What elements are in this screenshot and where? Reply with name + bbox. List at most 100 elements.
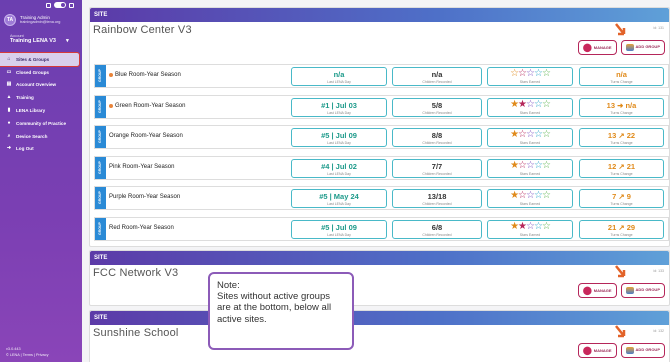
sidebar-item-label: Device Search (16, 133, 48, 139)
last-lena-day-cell[interactable]: #5 | May 24 Last LENA Day (291, 189, 387, 209)
children-recorded-value: 13/18 (427, 192, 447, 202)
children-recorded-cell[interactable]: 6/8 Children Recorded (392, 220, 482, 239)
last-lena-day-value: #5 | May 24 (319, 192, 359, 202)
star-rating-icon: ★★☆☆☆ (510, 98, 551, 110)
last-lena-day-cell[interactable]: n/a Last LENA Day (291, 67, 387, 86)
group-name[interactable]: Blue Room-Year Season (109, 72, 181, 78)
sidebar-item-lena-library[interactable]: ▮ LENA Library (0, 104, 82, 117)
account-value: Training LENA V3 (10, 38, 56, 44)
children-recorded-cell[interactable]: n/a Children Recorded (392, 67, 482, 86)
children-recorded-label: Children Recorded (422, 171, 452, 176)
turns-change-label: Turns Change (610, 202, 633, 207)
notification-icon[interactable] (46, 2, 51, 8)
group-name[interactable]: Orange Room-Year Season (109, 133, 183, 139)
last-lena-day-cell[interactable]: #5 | Jul 09 Last LENA Day (291, 220, 387, 239)
stars-earned-cell[interactable]: ★☆☆☆☆ Stars Earned (487, 128, 573, 148)
site-card: SITE FCC Network V3 id: 133 ⬤ MANAGE ADD … (89, 250, 670, 306)
map-pin-icon: ⬤ (582, 43, 592, 52)
group-name[interactable]: Pink Room-Year Season (109, 164, 174, 170)
site-header: SITE (90, 8, 669, 22)
stars-earned-label: Stars Earned (519, 202, 541, 207)
last-lena-day-label: Last LENA Day (327, 80, 351, 84)
group-tab: GROUP (95, 187, 106, 210)
star-rating-icon: ★★☆☆☆ (510, 221, 551, 232)
site-name: Rainbow Center V3 (93, 24, 192, 36)
footer-links[interactable]: © LENA | Terms | Privacy (6, 352, 48, 358)
children-recorded-cell[interactable]: 8/8 Children Recorded (392, 128, 482, 148)
settings-icon[interactable] (69, 2, 74, 8)
last-lena-day-label: Last LENA Day (327, 141, 351, 146)
turns-change-cell[interactable]: 12 ↗ 21 Turns Change (579, 158, 664, 178)
children-recorded-cell[interactable]: 13/18 Children Recorded (392, 189, 482, 209)
group-tab: GROUP (95, 65, 106, 87)
site-id: id: 133 (653, 269, 664, 273)
group-tab: GROUP (95, 126, 106, 149)
group-name[interactable]: Green Room-Year Season (109, 103, 186, 109)
last-lena-day-value: #4 | Jul 02 (321, 161, 357, 171)
stars-earned-cell[interactable]: ☆☆☆☆☆ Stars Earned (487, 67, 573, 86)
sidebar-item-device-search[interactable]: ⌕ Device Search (0, 130, 82, 143)
add-group-button[interactable]: ADD GROUP (620, 283, 665, 298)
children-recorded-cell[interactable]: 5/8 Children Recorded (392, 97, 482, 117)
group-row[interactable]: GROUP Purple Room-Year Season #5 | May 24 L… (94, 186, 669, 211)
manage-button[interactable]: ⬤ MANAGE (577, 40, 617, 55)
manage-label: MANAGE (593, 348, 612, 353)
stars-earned-label: Stars Earned (519, 171, 541, 176)
group-name[interactable]: Red Room-Year Season (109, 225, 174, 231)
stars-earned-label: Stars Earned (519, 110, 541, 115)
turns-change-label: Turns Change (610, 233, 633, 237)
note-callout: Note: Sites without active groups are at… (208, 272, 354, 350)
children-recorded-value: 7/7 (431, 161, 443, 171)
turns-change-value: 21 ↗ 29 (607, 223, 636, 232)
stars-earned-cell[interactable]: ★★☆☆☆ Stars Earned (487, 220, 573, 239)
add-group-button[interactable]: ADD GROUP (620, 343, 665, 358)
stars-earned-cell[interactable]: ★★☆☆☆ Stars Earned (487, 97, 573, 117)
sidebar-item-closed-groups[interactable]: ▭ Closed Groups (0, 66, 82, 79)
star-rating-icon: ★☆☆☆☆ (510, 129, 551, 141)
turns-change-cell[interactable]: 7 ↗ 9 Turns Change (579, 189, 664, 209)
status-dot (109, 73, 113, 77)
turns-change-cell[interactable]: n/a Turns Change (579, 67, 664, 86)
group-row[interactable]: GROUP Pink Room-Year Season #4 | Jul 02 Las… (94, 155, 669, 180)
sidebar-item-sites-groups[interactable]: ⌂ Sites & Groups (0, 52, 80, 67)
last-lena-day-cell[interactable]: #5 | Jul 09 Last LENA Day (291, 128, 387, 148)
sidebar-item-log-out[interactable]: ➜ Log Out (0, 143, 82, 156)
last-lena-day-cell[interactable]: #1 | Jul 03 Last LENA Day (291, 97, 387, 117)
group-row[interactable]: GROUP Blue Room-Year Season n/a Last LENA D… (94, 64, 669, 88)
group-row[interactable]: GROUP Green Room-Year Season #1 | Jul 03 La… (94, 94, 669, 119)
sidebar: TA Training Admin trainingadmin@lena.org… (0, 0, 82, 362)
star-rating-icon: ☆☆☆☆☆ (510, 68, 551, 79)
theme-toggle[interactable] (54, 2, 66, 8)
group-row[interactable]: GROUP Red Room-Year Season #5 | Jul 09 Last… (94, 217, 669, 241)
last-lena-day-cell[interactable]: #4 | Jul 02 Last LENA Day (291, 158, 387, 178)
manage-button[interactable]: ⬤ MANAGE (577, 343, 617, 358)
stars-earned-cell[interactable]: ★☆☆☆☆ Stars Earned (487, 189, 573, 209)
children-recorded-value: 8/8 (431, 131, 443, 141)
add-group-label: ADD GROUP (635, 44, 660, 50)
sidebar-item-community[interactable]: ● Community of Practice (0, 117, 82, 130)
site-name: Sunshine School (93, 327, 179, 339)
turns-change-label: Turns Change (610, 80, 633, 84)
user-profile[interactable]: TA Training Admin trainingadmin@lena.org (0, 8, 82, 32)
stars-earned-cell[interactable]: ★☆☆☆☆ Stars Earned (487, 158, 573, 178)
manage-button[interactable]: ⬤ MANAGE (577, 283, 617, 298)
turns-change-value: 12 ↗ 21 (607, 161, 636, 171)
group-icon (625, 44, 634, 51)
add-group-button[interactable]: ADD GROUP (620, 40, 665, 55)
turns-change-cell[interactable]: 13 ➜ n/a Turns Change (579, 97, 664, 117)
graduation-icon: ▲ (6, 94, 12, 101)
turns-change-value: 13 ↗ 22 (607, 131, 636, 141)
account-selector[interactable]: Account Training LENA V3 ▾ (0, 32, 82, 44)
sidebar-item-account-overview[interactable]: ▤ Account Overview (0, 79, 82, 92)
turns-change-cell[interactable]: 13 ↗ 22 Turns Change (579, 128, 664, 148)
sidebar-item-training[interactable]: ▲ Training (0, 91, 82, 104)
turns-change-label: Turns Change (610, 110, 633, 115)
group-name[interactable]: Purple Room-Year Season (109, 194, 180, 200)
star-rating-icon: ★☆☆☆☆ (510, 190, 551, 202)
turns-change-cell[interactable]: 21 ↗ 29 Turns Change (579, 220, 664, 239)
manage-label: MANAGE (593, 45, 612, 50)
children-recorded-cell[interactable]: 7/7 Children Recorded (392, 158, 482, 178)
stars-earned-label: Stars Earned (519, 233, 541, 237)
group-row[interactable]: GROUP Orange Room-Year Season #5 | Jul 09 L… (94, 125, 669, 150)
site-header: SITE (90, 251, 669, 265)
